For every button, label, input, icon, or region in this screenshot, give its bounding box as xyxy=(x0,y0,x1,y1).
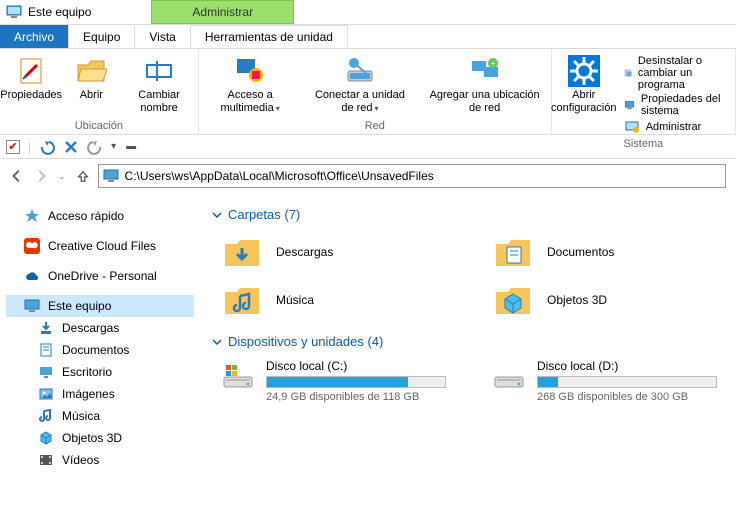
rename-label: Cambiar nombre xyxy=(128,89,189,114)
delete-x-icon[interactable] xyxy=(63,139,79,155)
qat-divider: | xyxy=(28,140,31,154)
ribbon-group-sistema: Abrir configuración Desinstalar o cambia… xyxy=(552,49,736,134)
rename-icon xyxy=(143,55,175,87)
onedrive-icon xyxy=(24,268,40,284)
section-carpetas[interactable]: Carpetas (7) xyxy=(212,207,724,222)
drive-c-icon xyxy=(222,363,254,391)
documents-folder-icon xyxy=(493,232,533,272)
forward-button[interactable] xyxy=(34,169,48,183)
address-bar[interactable]: C:\Users\ws\AppData\Local\Microsoft\Offi… xyxy=(98,164,726,188)
objects3d-icon xyxy=(38,430,54,446)
ribbon-acceso-multimedia[interactable]: Acceso a multimedia▾ xyxy=(205,53,296,119)
manage-icon xyxy=(624,119,640,135)
star-icon xyxy=(24,208,40,224)
pc-icon xyxy=(24,298,40,314)
uninstall-icon xyxy=(624,65,632,81)
sidebar-este-equipo[interactable]: Este equipo xyxy=(6,295,194,317)
ribbon: Propiedades Abrir Cambiar nombre Ubicaci… xyxy=(0,49,736,135)
music-icon xyxy=(38,408,54,424)
tab-herramientas[interactable]: Herramientas de unidad xyxy=(191,25,348,48)
ribbon-abrir-configuracion[interactable]: Abrir configuración xyxy=(558,53,610,116)
drive-d-icon xyxy=(493,363,525,391)
folder-descargas[interactable]: Descargas xyxy=(222,232,453,272)
sidebar-onedrive[interactable]: OneDrive - Personal xyxy=(6,265,194,287)
sidebar: Acceso rápido Creative Cloud Files OneDr… xyxy=(0,193,200,524)
qat-dropdown[interactable]: ▾ xyxy=(111,141,116,152)
music-folder-icon xyxy=(222,280,262,320)
ribbon-system-list: Desinstalar o cambiar un programa Propie… xyxy=(620,53,729,137)
ribbon-desinstalar[interactable]: Desinstalar o cambiar un programa xyxy=(624,55,725,91)
chevron-down-icon xyxy=(212,337,222,347)
ribbon-group-ubicacion: Propiedades Abrir Cambiar nombre Ubicaci… xyxy=(0,49,199,134)
drive-d-bar xyxy=(537,376,717,388)
up-button[interactable] xyxy=(76,169,90,183)
undo-icon[interactable] xyxy=(39,139,55,155)
documents-icon xyxy=(38,342,54,358)
sidebar-musica[interactable]: Música xyxy=(6,405,194,427)
tab-equipo[interactable]: Equipo xyxy=(69,25,135,48)
settings-gear-icon xyxy=(568,55,600,87)
redo-icon[interactable] xyxy=(87,139,103,155)
ribbon-cambiar-nombre[interactable]: Cambiar nombre xyxy=(126,53,191,119)
sidebar-descargas[interactable]: Descargas xyxy=(6,317,194,339)
system-properties-icon xyxy=(624,97,635,113)
svg-text:+: + xyxy=(490,59,495,68)
pc-icon xyxy=(103,168,119,184)
tab-vista[interactable]: Vista xyxy=(135,25,190,48)
drive-d[interactable]: Disco local (D:) 268 GB disponibles de 3… xyxy=(493,359,724,403)
chevron-down-icon xyxy=(212,210,222,220)
sidebar-videos[interactable]: Vídeos xyxy=(6,449,194,471)
ribbon-abrir[interactable]: Abrir xyxy=(66,53,116,119)
chevron-down-icon: ▾ xyxy=(375,104,379,113)
drive-c[interactable]: Disco local (C:) 24,9 GB disponibles de … xyxy=(222,359,453,403)
creative-cloud-icon xyxy=(24,238,40,254)
section-dispositivos[interactable]: Dispositivos y unidades (4) xyxy=(212,334,724,349)
back-button[interactable] xyxy=(10,169,24,183)
pictures-icon xyxy=(38,386,54,402)
sidebar-documentos[interactable]: Documentos xyxy=(6,339,194,361)
ribbon-administrar[interactable]: Administrar xyxy=(624,119,725,135)
ribbon-propiedades[interactable]: Propiedades xyxy=(6,53,56,119)
folder-open-icon xyxy=(75,55,107,87)
downloads-folder-icon xyxy=(222,232,262,272)
videos-icon xyxy=(38,452,54,468)
main-area: Acceso rápido Creative Cloud Files OneDr… xyxy=(0,193,736,524)
add-network-location-icon: + xyxy=(469,55,501,87)
ribbon-group-red: Acceso a multimedia▾ Conectar a unidad d… xyxy=(199,49,552,134)
drive-c-bar xyxy=(266,376,446,388)
sidebar-creative-cloud[interactable]: Creative Cloud Files xyxy=(6,235,194,257)
tab-strip: Archivo Equipo Vista Herramientas de uni… xyxy=(0,25,736,49)
pc-icon xyxy=(6,4,22,20)
context-tab-administrar[interactable]: Administrar xyxy=(151,0,294,24)
ribbon-agregar-ubicacion[interactable]: + Agregar una ubicación de red xyxy=(424,53,544,119)
recent-dropdown[interactable]: ⌄ xyxy=(58,171,66,182)
address-path: C:\Users\ws\AppData\Local\Microsoft\Offi… xyxy=(125,169,434,183)
folder-documentos[interactable]: Documentos xyxy=(493,232,724,272)
sidebar-imagenes[interactable]: Imágenes xyxy=(6,383,194,405)
folder-objetos3d[interactable]: Objetos 3D xyxy=(493,280,724,320)
qat-checkbox[interactable]: ✔ xyxy=(6,140,20,154)
desktop-icon xyxy=(38,364,54,380)
sidebar-escritorio[interactable]: Escritorio xyxy=(6,361,194,383)
objects3d-folder-icon xyxy=(493,280,533,320)
folder-musica[interactable]: Música xyxy=(222,280,453,320)
nav-row: ⌄ C:\Users\ws\AppData\Local\Microsoft\Of… xyxy=(0,159,736,193)
qat-overflow[interactable]: ▬ xyxy=(126,141,136,152)
chevron-down-icon: ▾ xyxy=(276,104,280,113)
ribbon-conectar-unidad[interactable]: Conectar a unidad de red▾ xyxy=(305,53,414,119)
network-drive-icon xyxy=(344,55,376,87)
window-title: Este equipo xyxy=(28,5,151,19)
ribbon-propiedades-sistema[interactable]: Propiedades del sistema xyxy=(624,93,725,117)
sidebar-objetos3d[interactable]: Objetos 3D xyxy=(6,427,194,449)
titlebar: Este equipo Administrar xyxy=(0,0,736,25)
properties-icon xyxy=(15,55,47,87)
media-access-icon xyxy=(234,55,266,87)
content-pane: Carpetas (7) Descargas Documentos Música… xyxy=(200,193,736,524)
tab-archivo[interactable]: Archivo xyxy=(0,25,69,48)
sidebar-acceso-rapido[interactable]: Acceso rápido xyxy=(6,205,194,227)
downloads-icon xyxy=(38,320,54,336)
